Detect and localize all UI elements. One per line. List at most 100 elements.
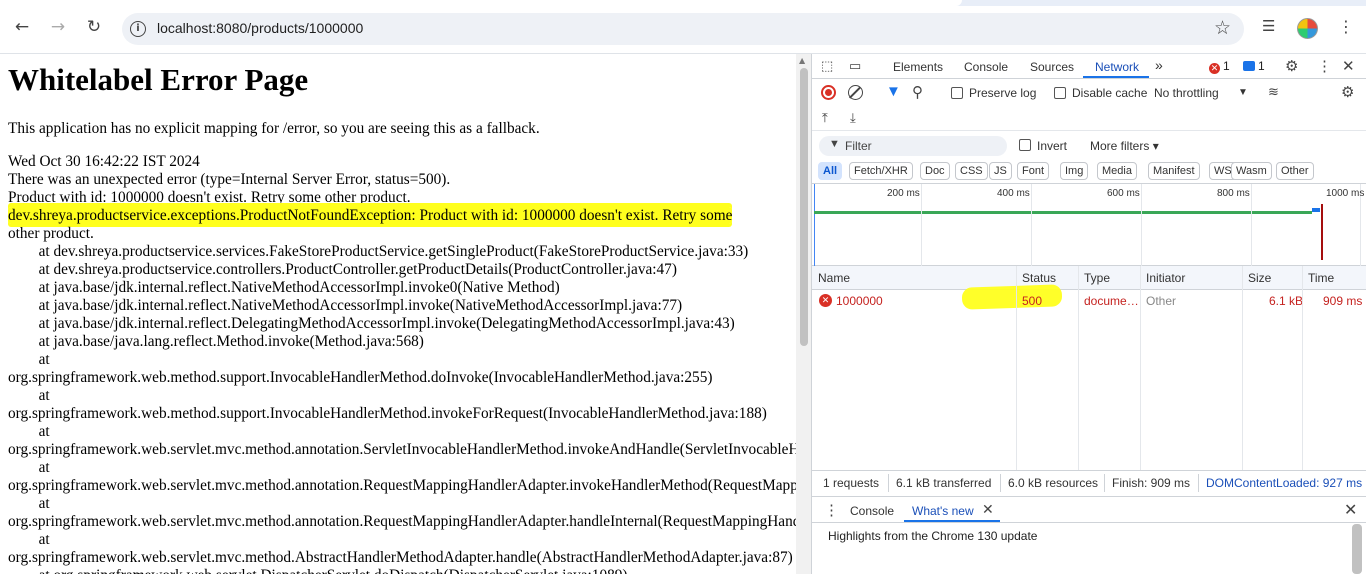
request-status: 500 [1022, 294, 1043, 308]
drawer-menu-icon[interactable]: ⋮ [824, 501, 839, 519]
type-filter-wasm[interactable]: Wasm [1231, 162, 1272, 180]
url-text[interactable]: localhost:8080/products/1000000 [157, 20, 363, 36]
tab-elements[interactable]: Elements [893, 60, 943, 74]
request-time: 909 ms [1323, 294, 1363, 308]
column-divider[interactable] [1302, 266, 1303, 470]
type-filter-img[interactable]: Img [1060, 162, 1089, 180]
type-filter-fetch-xhr[interactable]: Fetch/XHR [849, 162, 913, 180]
column-divider[interactable] [1140, 266, 1141, 470]
network-conditions-icon[interactable]: ≋ [1268, 84, 1279, 100]
stack-trace-line: at [8, 351, 50, 368]
disable-cache-label: Disable cache [1072, 86, 1148, 100]
network-overview[interactable]: 200 ms 400 ms 600 ms 800 ms 1000 ms [812, 184, 1366, 266]
overview-request-bar [814, 211, 1312, 214]
table-row[interactable]: ✕ 1000000 500 docume… Other 6.1 kB 909 m… [812, 284, 1366, 312]
address-bar[interactable]: i localhost:8080/products/1000000 ☆ [122, 13, 1244, 45]
error-icon: ✕ [1209, 63, 1220, 74]
page-scrollbar-thumb[interactable] [800, 68, 808, 346]
message-counter[interactable]: 1 [1243, 59, 1265, 73]
caret-down-icon[interactable]: ▼ [1238, 87, 1248, 98]
settings-gear-icon[interactable]: ⚙ [1285, 57, 1298, 75]
filter-funnel-icon[interactable]: ▼ [886, 83, 901, 100]
stack-trace-line: org.springframework.web.servlet.mvc.meth… [8, 549, 793, 566]
disable-cache-checkbox[interactable] [1054, 87, 1066, 99]
request-name[interactable]: 1000000 [836, 294, 883, 308]
throttling-select[interactable]: No throttling [1154, 86, 1219, 100]
type-filter-css[interactable]: CSS [955, 162, 988, 180]
summary-requests: 1 requests [823, 476, 880, 490]
active-tab[interactable] [0, 0, 962, 6]
error-page: Whitelabel Error Page This application h… [0, 54, 796, 574]
tab-network[interactable]: Network [1095, 60, 1139, 74]
filter-input[interactable]: ▼ Filter [819, 136, 1007, 156]
bookmark-star-icon[interactable]: ☆ [1214, 17, 1231, 39]
type-filter-other[interactable]: Other [1276, 162, 1314, 180]
close-devtools-icon[interactable]: ✕ [1342, 57, 1355, 75]
column-header-initiator[interactable]: Initiator [1146, 271, 1185, 285]
inspect-element-icon[interactable]: ⬚ [821, 58, 833, 74]
close-drawer-icon[interactable]: ✕ [1344, 500, 1357, 520]
import-har-icon[interactable]: ⤒ [822, 110, 828, 126]
stack-trace-line: at [8, 495, 50, 512]
column-divider[interactable] [1078, 266, 1079, 470]
back-arrow-icon[interactable]: ← [12, 17, 32, 37]
scroll-up-icon[interactable]: ▲ [799, 56, 805, 65]
type-filter-manifest[interactable]: Manifest [1148, 162, 1200, 180]
browser-toolbar: ← → ↻ i localhost:8080/products/1000000 … [0, 0, 1366, 54]
close-tab-icon[interactable]: ✕ [982, 501, 994, 518]
caret-down-icon: ▾ [1152, 139, 1159, 153]
stack-trace-line: at [8, 531, 50, 548]
type-filter-media[interactable]: Media [1097, 162, 1137, 180]
invert-checkbox[interactable] [1019, 139, 1031, 151]
media-controls-icon[interactable]: ☰ [1262, 17, 1275, 35]
overview-gridline [1141, 184, 1142, 266]
message-icon [1243, 61, 1255, 71]
overview-download-bar [1312, 208, 1320, 212]
whats-new-headline: Highlights from the Chrome 130 update [828, 529, 1038, 543]
column-divider[interactable] [1016, 266, 1017, 470]
column-header-size[interactable]: Size [1248, 271, 1271, 285]
error-details: There was an unexpected error (type=Inte… [8, 171, 796, 574]
tab-strip [0, 0, 1366, 6]
devtools-tabbar: ⬚ ▭ Elements Console Sources Network » ✕… [812, 54, 1366, 79]
forward-arrow-icon[interactable]: → [48, 17, 68, 37]
more-filters-label: More filters [1090, 139, 1150, 153]
filter-placeholder: Filter [845, 139, 872, 153]
tab-console[interactable]: Console [964, 60, 1008, 74]
active-drawer-tab-indicator [904, 520, 1000, 522]
reload-icon[interactable]: ↻ [84, 17, 104, 37]
export-har-icon[interactable]: ⤓ [850, 110, 856, 126]
column-divider[interactable] [1242, 266, 1243, 470]
site-info-icon[interactable]: i [130, 21, 146, 37]
search-icon[interactable]: ⚲ [912, 83, 923, 101]
network-settings-icon[interactable]: ⚙ [1341, 83, 1354, 101]
type-filter-all[interactable]: All [818, 162, 843, 180]
more-tabs-icon[interactable]: » [1155, 57, 1163, 73]
preserve-log-label: Preserve log [969, 86, 1037, 100]
summary-dom-content-loaded: DOMContentLoaded: 927 ms [1206, 476, 1363, 490]
clear-icon[interactable] [848, 85, 863, 100]
record-icon[interactable] [821, 85, 836, 100]
profile-avatar[interactable] [1297, 18, 1318, 39]
kebab-menu-icon[interactable]: ⋮ [1338, 17, 1354, 36]
type-filter-font[interactable]: Font [1017, 162, 1050, 180]
column-header-name[interactable]: Name [818, 271, 850, 285]
error-counter[interactable]: ✕ 1 [1209, 59, 1230, 74]
type-filter-js[interactable]: JS [989, 162, 1012, 180]
column-header-status[interactable]: Status [1022, 271, 1056, 285]
preserve-log-checkbox[interactable] [951, 87, 963, 99]
devtools-menu-icon[interactable]: ⋮ [1317, 57, 1332, 75]
overview-gridline [1251, 184, 1252, 266]
more-filters-dropdown[interactable]: More filters ▾ [1090, 139, 1159, 153]
type-filter-doc[interactable]: Doc [920, 162, 950, 180]
drawer-scrollbar[interactable] [1352, 524, 1362, 574]
overview-tick-label: 400 ms [997, 188, 1030, 199]
device-toolbar-icon[interactable]: ▭ [849, 58, 861, 74]
overview-gridline [921, 184, 922, 266]
tab-sources[interactable]: Sources [1030, 60, 1074, 74]
column-header-type[interactable]: Type [1084, 271, 1110, 285]
stack-trace-line: org.springframework.web.servlet.mvc.meth… [8, 441, 796, 458]
column-header-time[interactable]: Time [1308, 271, 1334, 285]
drawer-tab-whats-new[interactable]: What's new [912, 504, 974, 518]
drawer-tab-console[interactable]: Console [850, 504, 894, 518]
